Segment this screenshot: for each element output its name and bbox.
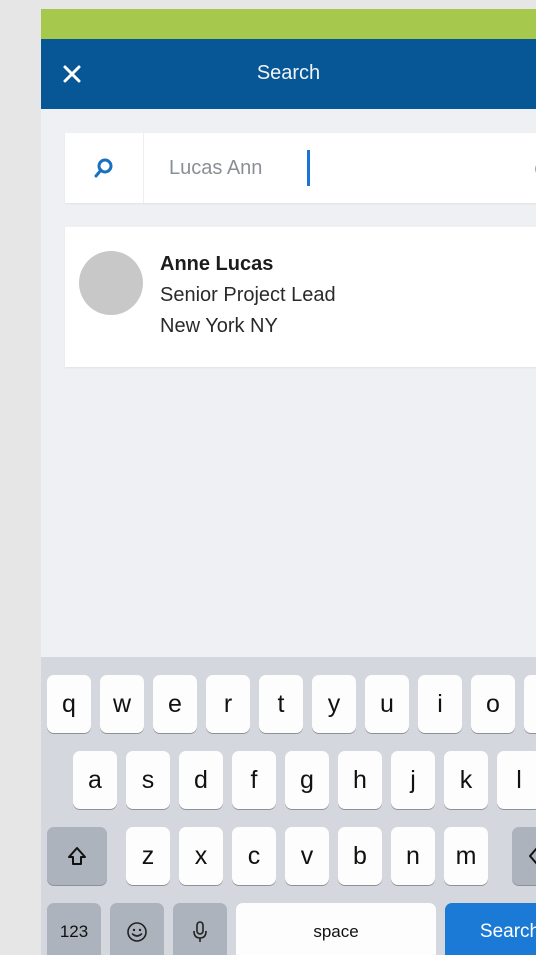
key-b[interactable]: b [338,827,382,885]
keyboard: q w e r t y u i o a s d f g h j k l z x … [41,657,536,955]
result-details: Anne Lucas Senior Project Lead New York … [160,249,336,342]
key-m[interactable]: m [444,827,488,885]
search-button[interactable] [65,133,144,203]
search-key[interactable]: Search [445,903,536,955]
emoji-key[interactable] [110,903,164,955]
key-j[interactable]: j [391,751,435,809]
key-x[interactable]: x [179,827,223,885]
key-p[interactable] [524,675,536,733]
key-v[interactable]: v [285,827,329,885]
avatar [79,251,143,315]
space-key[interactable]: space [236,903,436,955]
key-k[interactable]: k [444,751,488,809]
key-n[interactable]: n [391,827,435,885]
search-icon [94,158,113,178]
text-caret [307,150,310,186]
backspace-icon [529,847,536,865]
numbers-key[interactable]: 123 [47,903,101,955]
key-g[interactable]: g [285,751,329,809]
key-z[interactable]: z [126,827,170,885]
key-d[interactable]: d [179,751,223,809]
result-name: Anne Lucas [160,253,274,275]
key-a[interactable]: a [73,751,117,809]
emoji-icon [127,922,147,942]
shift-arrow-icon [68,847,86,865]
page-title: Search [256,62,321,84]
key-i[interactable]: i [418,675,462,733]
shift-key[interactable] [47,827,107,885]
key-u[interactable]: u [365,675,409,733]
phone-screen: Search Anne Lucas Senior Project Lead Ne… [41,9,536,955]
key-l[interactable]: l [497,751,536,809]
key-h[interactable]: h [338,751,382,809]
status-bar [41,9,536,39]
key-w[interactable]: w [100,675,144,733]
key-f[interactable]: f [232,751,276,809]
search-input[interactable] [169,151,469,185]
key-s[interactable]: s [126,751,170,809]
result-location: New York NY [160,315,278,337]
key-o[interactable]: o [471,675,515,733]
result-title: Senior Project Lead [160,284,336,306]
microphone-icon [193,921,207,942]
dictation-key[interactable] [173,903,227,955]
search-result[interactable]: Anne Lucas Senior Project Lead New York … [65,227,536,367]
key-r[interactable]: r [206,675,250,733]
key-y[interactable]: y [312,675,356,733]
search-bar [65,133,536,203]
key-c[interactable]: c [232,827,276,885]
key-t[interactable]: t [259,675,303,733]
key-e[interactable]: e [153,675,197,733]
key-q[interactable]: q [47,675,91,733]
nav-bar: Search [41,39,536,109]
backspace-key[interactable] [512,827,536,885]
